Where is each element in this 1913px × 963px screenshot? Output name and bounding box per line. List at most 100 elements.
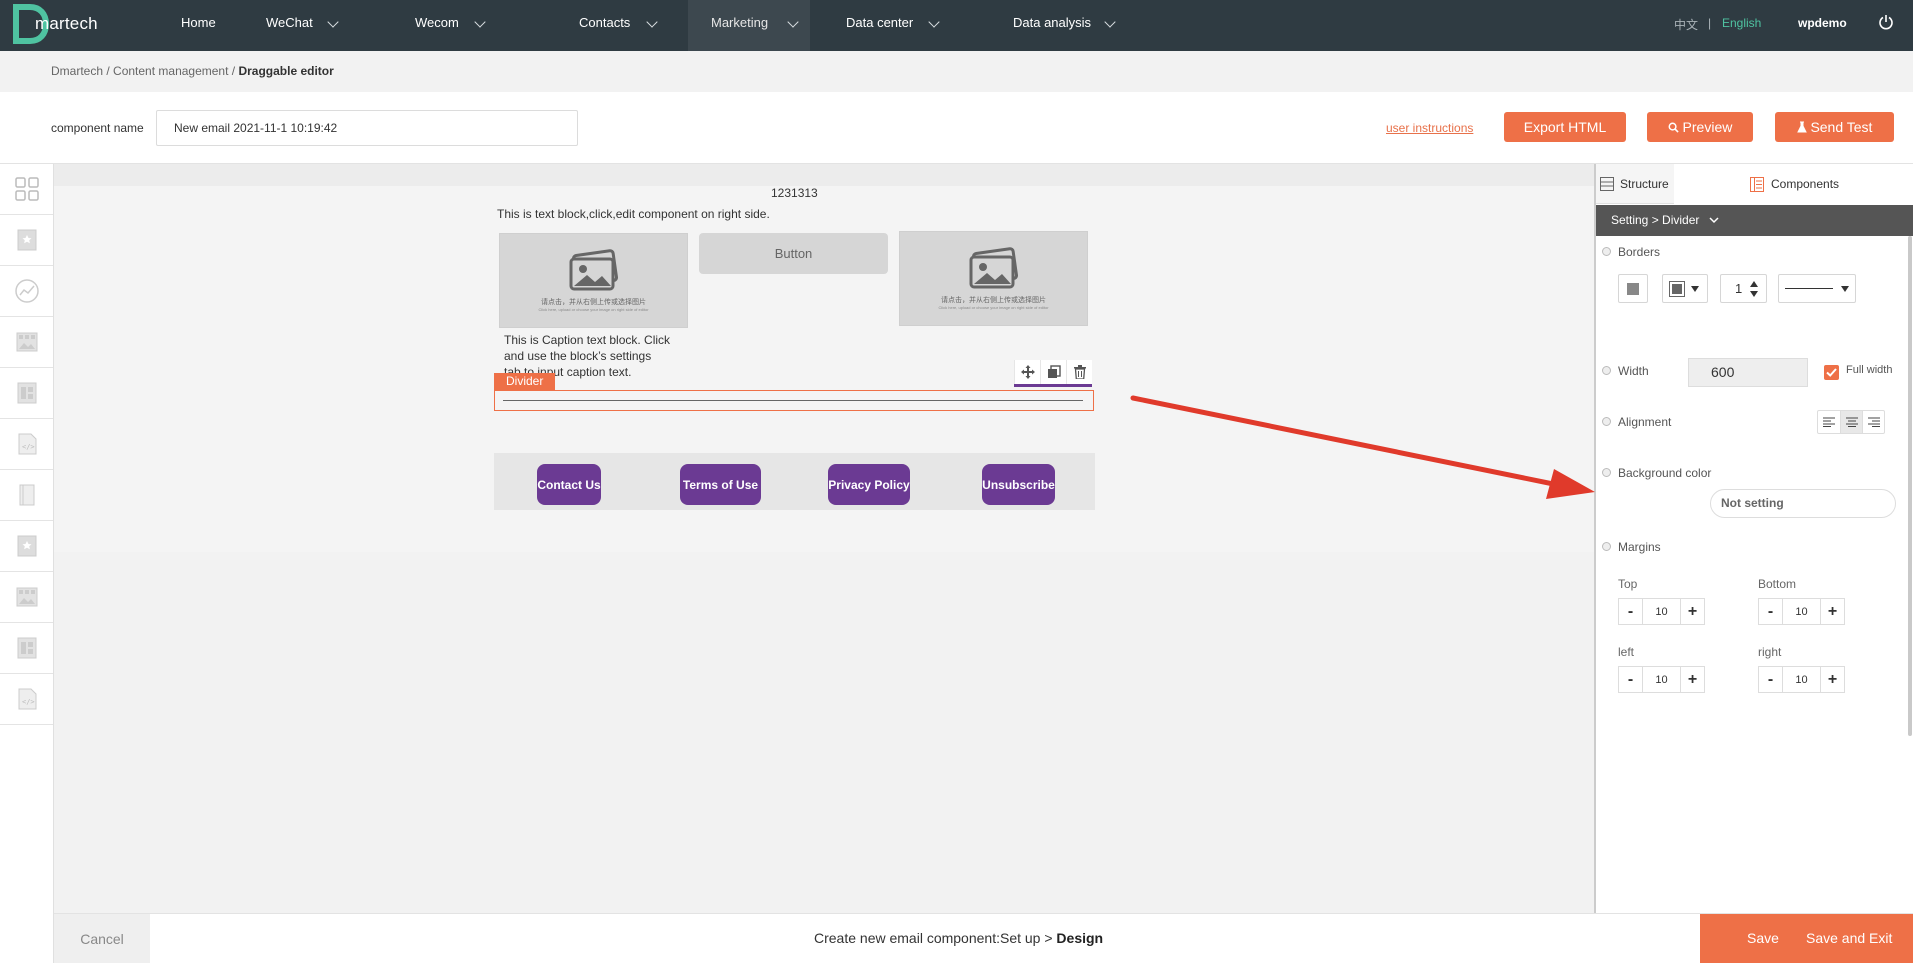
border-style-swatch[interactable] [1618, 274, 1648, 303]
block-toolbar [1014, 360, 1092, 387]
rail-chart[interactable] [0, 266, 53, 317]
save-button[interactable]: Save [1747, 930, 1779, 946]
panel-tabs: Structure Components [1596, 164, 1913, 204]
user-instructions-link[interactable]: user instructions [1386, 121, 1473, 135]
gallery-icon [16, 332, 37, 352]
dmartech-logo[interactable]: martech [10, 3, 100, 45]
nav-wecom-label: Wecom [415, 15, 459, 30]
rail-image-block[interactable] [0, 215, 53, 266]
borders-label: Borders [1618, 245, 1661, 259]
margin-left-increment[interactable]: + [1680, 666, 1705, 693]
rail-columns-2[interactable] [0, 623, 53, 674]
border-color-picker[interactable] [1662, 274, 1708, 303]
send-test-button[interactable]: Send Test [1775, 112, 1894, 142]
rail-html[interactable]: </> [0, 419, 53, 470]
border-line-style-select[interactable] [1778, 274, 1856, 303]
align-left-button[interactable] [1818, 411, 1840, 433]
preview-button[interactable]: Preview [1647, 112, 1753, 142]
power-icon[interactable] [1878, 14, 1894, 30]
margin-top-increment[interactable]: + [1680, 598, 1705, 625]
margin-right-value[interactable]: 10 [1783, 666, 1820, 693]
checkmark-icon [1826, 368, 1837, 377]
nav-marketing[interactable]: Marketing [688, 0, 810, 51]
export-html-button[interactable]: Export HTML [1504, 112, 1626, 142]
footer-button-privacy[interactable]: Privacy Policy [828, 464, 910, 505]
button-block[interactable]: Button [699, 233, 888, 274]
nav-home[interactable]: Home [181, 0, 216, 51]
image-placeholder-right[interactable]: 请点击，并从右侧上传或选择图片 Click here, upload or ch… [899, 231, 1088, 326]
editor-canvas[interactable]: 1231313 This is text block,click,edit co… [54, 164, 1594, 914]
delete-block[interactable] [1066, 360, 1092, 384]
full-width-checkbox[interactable] [1824, 365, 1839, 380]
margin-right-decrement[interactable]: - [1758, 666, 1783, 693]
full-width-label: Full width [1846, 364, 1893, 376]
breadcrumb-separator: / [103, 64, 114, 78]
tab-structure[interactable]: Structure [1596, 164, 1674, 204]
logo-text: martech [35, 14, 98, 33]
footer-button-contact-us[interactable]: Contact Us [537, 464, 601, 505]
flask-icon [1796, 121, 1807, 133]
caret-down-icon [1691, 285, 1699, 292]
setting-path[interactable]: Setting > Divider [1596, 205, 1913, 236]
caret-down-icon [1841, 285, 1849, 292]
nav-data-analysis[interactable]: Data analysis [1013, 0, 1123, 51]
line-style-icon [1785, 288, 1833, 289]
image-hint-zh: 请点击，并从右侧上传或选择图片 [541, 299, 646, 306]
margin-left-value[interactable]: 10 [1643, 666, 1680, 693]
save-and-exit-button[interactable]: Save and Exit [1806, 930, 1892, 946]
rail-html-2[interactable]: </> [0, 674, 53, 725]
align-center-icon [1845, 417, 1858, 427]
align-center-button[interactable] [1840, 411, 1862, 433]
breadcrumb-content-management[interactable]: Content management [113, 64, 228, 78]
lang-english[interactable]: English [1722, 16, 1761, 30]
image-placeholder-left[interactable]: 请点击，并从右侧上传或选择图片 Click here, upload or ch… [499, 233, 688, 328]
align-right-button[interactable] [1862, 411, 1884, 433]
margin-top-decrement[interactable]: - [1618, 598, 1643, 625]
width-input[interactable]: 600 [1688, 358, 1808, 387]
background-color-picker[interactable]: Not setting [1710, 489, 1896, 518]
footer-button-unsubscribe[interactable]: Unsubscribe [982, 464, 1055, 505]
rail-layout[interactable] [0, 164, 53, 215]
caption-line: and use the block’s settings [504, 349, 652, 363]
setting-path-label: Setting > Divider [1611, 213, 1700, 227]
border-width-value: 1 [1735, 281, 1743, 296]
nav-contacts-label: Contacts [579, 15, 631, 30]
heading-text-block[interactable]: 1231313 [771, 186, 818, 200]
copy-block[interactable] [1040, 360, 1066, 384]
rail-columns[interactable] [0, 368, 53, 419]
settings-panel: Structure Components Setting > Divider B… [1594, 164, 1913, 913]
structure-icon [1600, 177, 1614, 191]
section-bullet [1602, 542, 1611, 551]
margin-bottom-increment[interactable]: + [1820, 598, 1845, 625]
breadcrumb-dmartech[interactable]: Dmartech [51, 64, 103, 78]
components-icon [1750, 176, 1764, 192]
margin-left-decrement[interactable]: - [1618, 666, 1643, 693]
border-width-stepper[interactable]: 1 [1720, 274, 1767, 303]
tab-structure-label: Structure [1620, 177, 1669, 191]
nav-wecom[interactable]: Wecom [415, 0, 495, 51]
rail-book[interactable] [0, 470, 53, 521]
panel-scrollbar[interactable] [1908, 236, 1912, 736]
wizard-step-current: Design [1056, 930, 1104, 946]
move-block[interactable] [1014, 360, 1040, 384]
svg-text:</>: </> [22, 443, 35, 451]
nav-data-center[interactable]: Data center [846, 0, 946, 51]
margin-bottom-value[interactable]: 10 [1783, 598, 1820, 625]
lang-chinese[interactable]: 中文 [1674, 16, 1698, 33]
nav-wechat[interactable]: WeChat [266, 0, 346, 51]
save-actions: Save Save and Exit [1700, 914, 1913, 963]
user-name[interactable]: wpdemo [1798, 16, 1847, 30]
rail-image-block-2[interactable] [0, 521, 53, 572]
component-name-input[interactable] [156, 110, 578, 146]
margin-right-increment[interactable]: + [1820, 666, 1845, 693]
margin-bottom-decrement[interactable]: - [1758, 598, 1783, 625]
nav-contacts[interactable]: Contacts [579, 0, 669, 51]
rail-gallery[interactable] [0, 317, 53, 368]
footer-button-label: Terms of Use [682, 477, 759, 492]
tab-components[interactable]: Components [1674, 164, 1913, 204]
cancel-button[interactable]: Cancel [54, 914, 150, 963]
margin-top-value[interactable]: 10 [1643, 598, 1680, 625]
text-block[interactable]: This is text block,click,edit component … [497, 207, 770, 221]
footer-button-terms[interactable]: Terms of Use [680, 464, 761, 505]
rail-gallery-2[interactable] [0, 572, 53, 623]
